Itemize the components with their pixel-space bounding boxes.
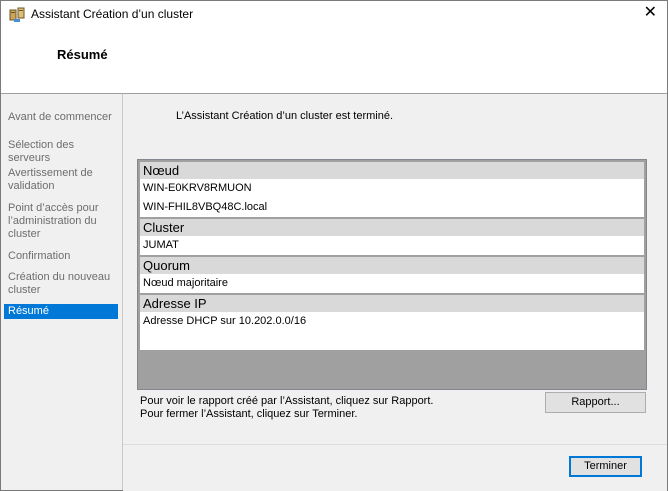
section-header-quorum: Quorum xyxy=(140,257,644,274)
finish-instructions: Pour fermer l’Assistant, cliquez sur Ter… xyxy=(140,408,358,420)
list-item-node-1: WIN-E0KRV8RMUON xyxy=(140,179,644,198)
wizard-steps-sidebar: Avant de commencer Sélection des serveur… xyxy=(1,94,123,490)
section-header-ip: Adresse IP xyxy=(140,295,644,312)
close-icon[interactable]: ✕ xyxy=(644,4,657,22)
sidebar-item-selection-serveurs[interactable]: Sélection des serveurs xyxy=(4,138,118,166)
wizard-window: Assistant Création d’un cluster ✕ Résumé… xyxy=(0,0,668,491)
list-item-ip: Adresse DHCP sur 10.202.0.0/16 xyxy=(140,312,644,350)
sidebar-item-avertissement-validation[interactable]: Avertissement de validation xyxy=(4,166,118,194)
list-item-quorum: Nœud majoritaire xyxy=(140,274,644,293)
sidebar-item-creation-cluster[interactable]: Création du nouveau cluster xyxy=(4,270,118,298)
list-item-cluster-name: JUMAT xyxy=(140,236,644,255)
completion-message: L’Assistant Création d’un cluster est te… xyxy=(176,110,394,122)
wizard-header: Résumé xyxy=(1,29,667,93)
report-button[interactable]: Rapport... xyxy=(545,392,646,413)
page-title: Résumé xyxy=(57,47,108,62)
section-header-cluster: Cluster xyxy=(140,219,644,236)
list-item-node-2: WIN-FHIL8VBQ48C.local xyxy=(140,198,644,217)
cluster-wizard-icon xyxy=(9,7,25,22)
report-instructions: Pour voir le rapport créé par l’Assistan… xyxy=(140,395,434,407)
summary-listbox[interactable]: Nœud WIN-E0KRV8RMUON WIN-FHIL8VBQ48C.loc… xyxy=(137,159,647,390)
section-header-node: Nœud xyxy=(140,162,644,179)
sidebar-item-confirmation[interactable]: Confirmation xyxy=(4,249,118,264)
window-title: Assistant Création d’un cluster xyxy=(31,7,194,21)
sidebar-item-resume[interactable]: Résumé xyxy=(4,304,118,319)
sidebar-item-avant-de-commencer[interactable]: Avant de commencer xyxy=(4,110,118,125)
title-bar: Assistant Création d’un cluster ✕ xyxy=(1,1,667,29)
finish-button[interactable]: Terminer xyxy=(569,456,642,477)
sidebar-item-point-acces[interactable]: Point d’accès pour l’administration du c… xyxy=(4,201,118,242)
